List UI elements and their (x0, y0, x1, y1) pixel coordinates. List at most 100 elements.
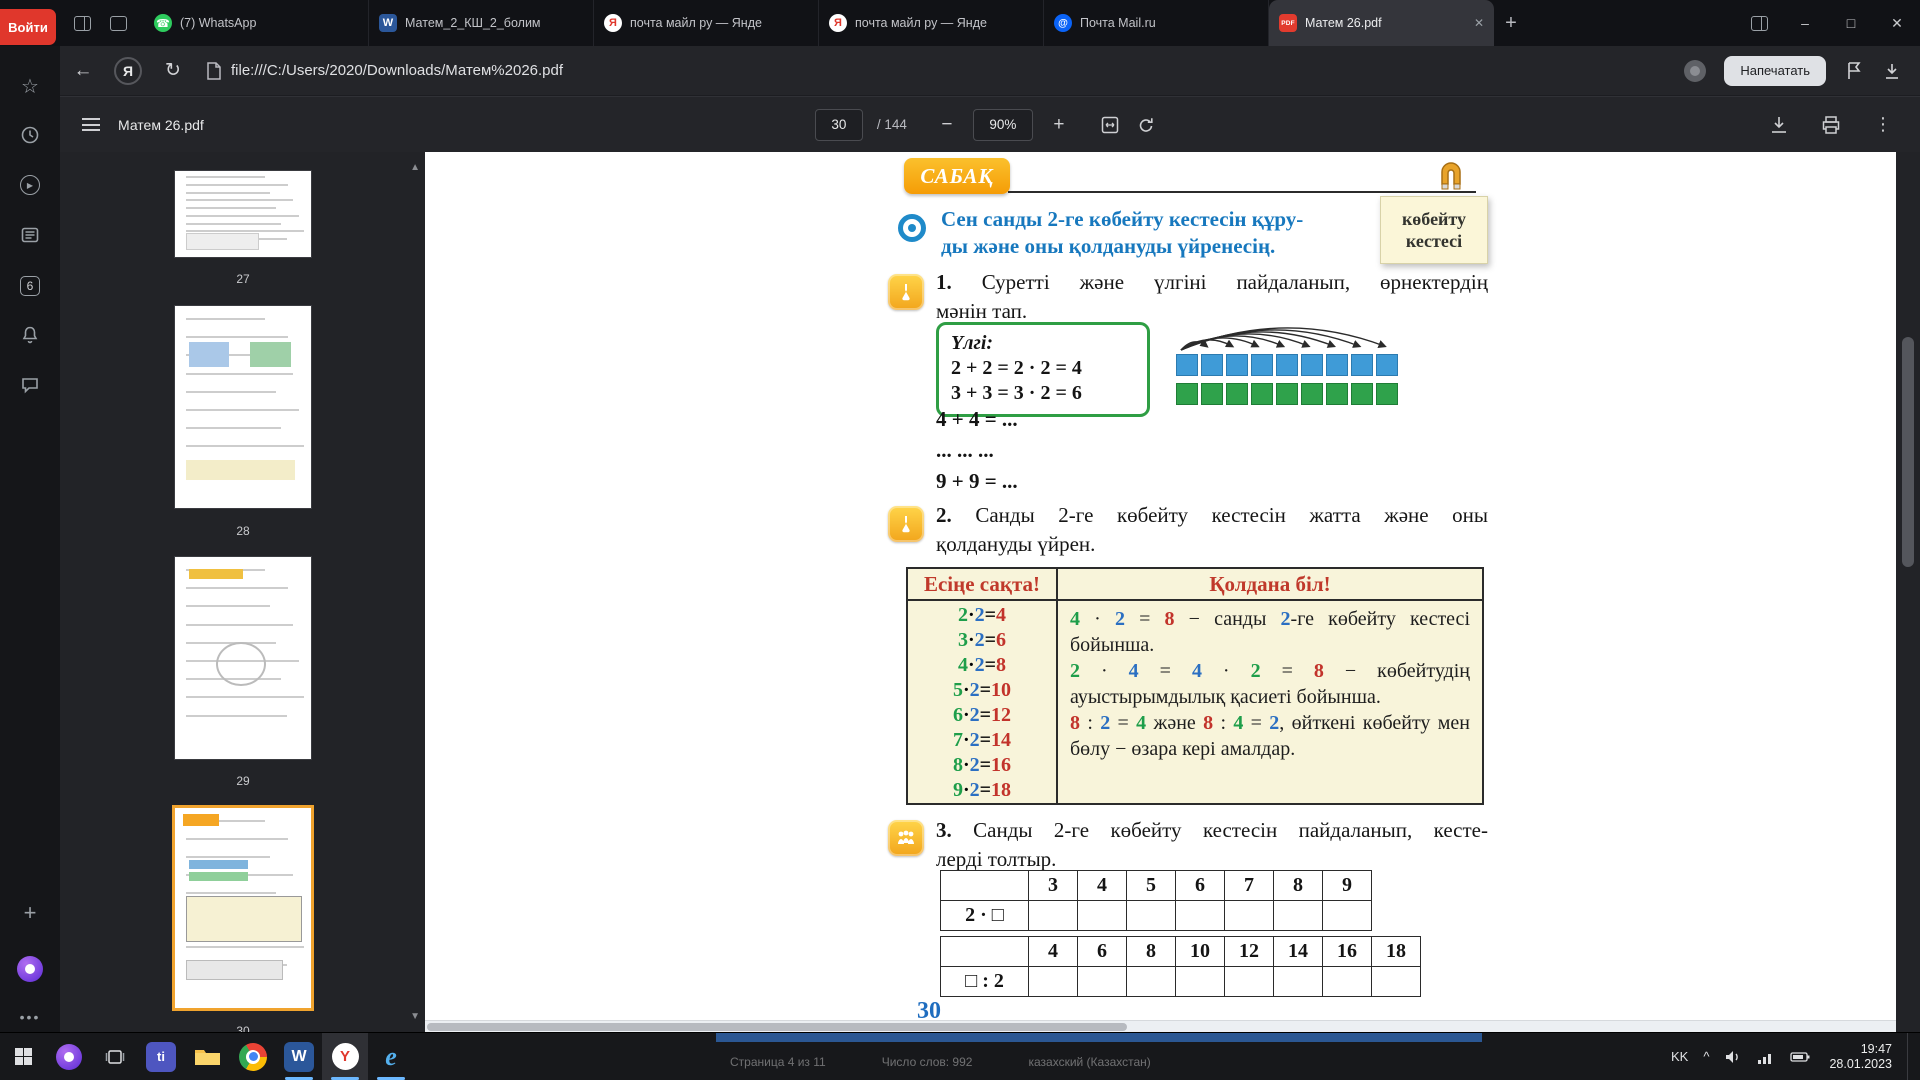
bookmarks-star-icon[interactable]: ☆ (0, 71, 60, 101)
yandex-browser-button[interactable]: Y (322, 1033, 368, 1080)
lesson-badge: САБАҚ (904, 158, 1010, 194)
zoom-in-button[interactable]: + (1047, 114, 1071, 136)
blue-squares-row (1176, 354, 1398, 376)
thumb-content (186, 176, 265, 178)
thumbnail-page-30[interactable] (175, 808, 311, 1008)
thumb-content (186, 192, 270, 194)
pdf-favicon: PDF (1279, 14, 1297, 32)
vertical-scrollbar[interactable] (1896, 152, 1920, 1032)
keyboard-language[interactable]: KK (1671, 1049, 1688, 1064)
more-options-dots-icon[interactable]: ••• (0, 1002, 60, 1032)
tray-expand-icon[interactable]: ^ (1703, 1049, 1709, 1064)
internet-explorer-button[interactable]: e (368, 1033, 414, 1080)
multiplication-fact: 3 · 2 = 6 (908, 628, 1056, 653)
thumb-content (186, 199, 293, 201)
tab-counter-icon[interactable]: 6 (0, 271, 60, 301)
thumb-content (186, 892, 276, 894)
add-panel-plus-icon[interactable]: + (0, 898, 60, 928)
tab-pdf[interactable]: PDFМатем 26.pdf✕ (1269, 0, 1494, 46)
thumb-content (186, 946, 304, 948)
url-field[interactable]: file:///C:/Users/2020/Downloads/Матем%20… (206, 62, 1684, 80)
history-clock-icon[interactable] (0, 120, 60, 150)
window-maximize-button[interactable]: □ (1828, 0, 1874, 46)
print-icon[interactable] (1820, 114, 1842, 136)
show-desktop-button[interactable] (1907, 1033, 1916, 1080)
more-icon[interactable]: ⋮ (1872, 114, 1894, 136)
taskbar-clock[interactable]: 19:47 28.01.2023 (1825, 1042, 1892, 1072)
volume-icon[interactable] (1724, 1049, 1742, 1065)
word-button[interactable]: W (276, 1033, 322, 1080)
protect-icon[interactable] (1684, 60, 1706, 82)
multiplication-table: Есіңе сақта! Қолдана біл! 2 · 2 = 43 · 2… (906, 567, 1484, 805)
pdf-toolbar: Матем 26.pdf 30 / 144 − 90% + ⋮ (60, 96, 1920, 152)
tab-word[interactable]: WМатем_2_КШ_2_болим (369, 0, 594, 46)
alice-search-button[interactable] (46, 1033, 92, 1080)
rotate-icon[interactable] (1135, 114, 1157, 136)
start-button[interactable] (0, 1033, 46, 1080)
task-view-button[interactable] (92, 1033, 138, 1080)
downloads-icon[interactable] (1882, 61, 1902, 81)
fill-table-divide[interactable]: 4681012141618□ : 2 (940, 936, 1421, 997)
battery-icon[interactable] (1790, 1051, 1810, 1063)
multiplication-fact: 8 · 2 = 16 (908, 753, 1056, 778)
horizontal-scroll-thumb[interactable] (427, 1023, 1127, 1031)
menu-icon[interactable] (82, 115, 100, 135)
address-bar: ← Я ↻ file:///C:/Users/2020/Downloads/Ма… (60, 46, 1920, 96)
screen: Войти ☎(7) WhatsAppWМатем_2_КШ_2_болимЯп… (0, 0, 1920, 1080)
green-square (1326, 383, 1348, 405)
note-line1: көбейту (1402, 208, 1466, 230)
yandex-favicon: Я (604, 14, 622, 32)
vertical-scroll-thumb[interactable] (1902, 337, 1914, 567)
facts-column: 2 · 2 = 43 · 2 = 64 · 2 = 85 · 2 = 106 ·… (908, 601, 1058, 803)
news-feed-icon[interactable] (0, 220, 60, 250)
thumbnail-page-29[interactable] (175, 557, 311, 759)
tab-groups-icon[interactable] (69, 10, 95, 36)
video-play-icon[interactable]: ▶ (0, 170, 60, 200)
multiplication-fact: 2 · 2 = 4 (908, 603, 1056, 628)
fill-table-multiply[interactable]: 34567892 · □ (940, 870, 1372, 931)
messenger-chat-icon[interactable] (0, 370, 60, 400)
thumb-content (250, 342, 291, 366)
window-close-button[interactable]: ✕ (1874, 0, 1920, 46)
thumb-content (186, 856, 270, 858)
yandex-login-button[interactable]: Войти (0, 9, 56, 45)
thumbs-scroll-down-icon[interactable]: ▼ (410, 1011, 420, 1022)
thumb-content (183, 814, 218, 826)
zoom-level[interactable]: 90% (973, 109, 1033, 141)
chrome-button[interactable] (230, 1033, 276, 1080)
print-suggestion-button[interactable]: Напечатать (1724, 56, 1826, 86)
thumbs-scroll-up-icon[interactable]: ▲ (410, 162, 420, 173)
tab-close-icon[interactable]: ✕ (1474, 16, 1484, 30)
thumb-content (186, 624, 293, 626)
apply-header: Қолдана біл! (1058, 569, 1482, 599)
zoom-out-button[interactable]: − (935, 114, 959, 136)
thumb-content (186, 391, 276, 393)
tab-whatsapp[interactable]: ☎(7) WhatsApp (144, 0, 369, 46)
page-number-input[interactable]: 30 (815, 109, 863, 141)
mail-favicon: @ (1054, 14, 1072, 32)
taskbar-app-ti[interactable]: ti (138, 1033, 184, 1080)
multiplication-fact: 7 · 2 = 14 (908, 728, 1056, 753)
side-panel-icon[interactable] (1736, 0, 1782, 46)
bookmark-flag-icon[interactable] (1844, 61, 1864, 81)
new-tab-button[interactable]: + (1494, 0, 1528, 46)
fit-page-icon[interactable] (1099, 114, 1121, 136)
tab-title: почта майл ру — Янде (630, 16, 808, 30)
window-minimize-button[interactable]: – (1782, 0, 1828, 46)
file-explorer-button[interactable] (184, 1033, 230, 1080)
refresh-button[interactable]: ↻ (160, 59, 186, 82)
tab-yandex[interactable]: Япочта майл ру — Янде (819, 0, 1044, 46)
network-icon[interactable] (1757, 1050, 1775, 1064)
tab-yandex[interactable]: Япочта майл ру — Янде (594, 0, 819, 46)
notifications-bell-icon[interactable] (0, 320, 60, 350)
yandex-logo-button[interactable]: Я (114, 57, 142, 85)
thumbnail-page-27[interactable] (175, 171, 311, 257)
pinned-tabs-icon[interactable] (105, 10, 131, 36)
thumbnail-page-28[interactable] (175, 306, 311, 508)
tab-mail[interactable]: @Почта Mail.ru (1044, 0, 1269, 46)
save-download-icon[interactable] (1768, 114, 1790, 136)
alice-assistant-icon[interactable] (0, 954, 60, 984)
back-button[interactable]: ← (70, 60, 96, 82)
thumb-content (186, 838, 288, 840)
horizontal-scrollbar[interactable] (425, 1020, 1896, 1032)
